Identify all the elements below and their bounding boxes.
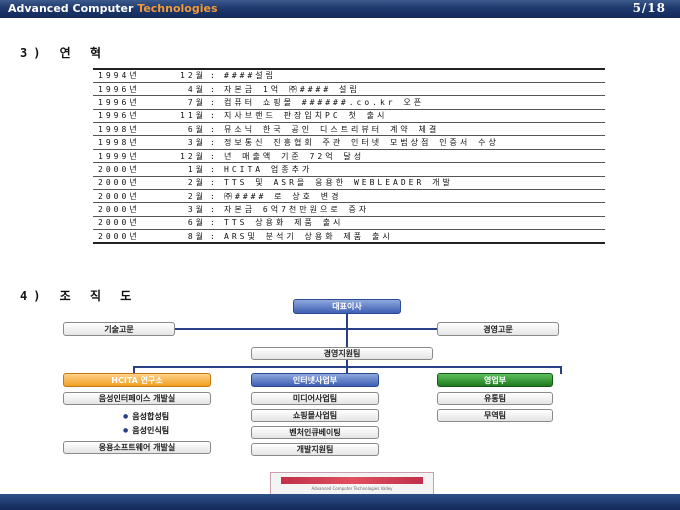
history-table: 1994년 12월: ####설립 1996년 4월: 자본금 1억 ㈜#### 설립 19…: [93, 68, 605, 244]
internet-division-box: 인터넷사업부: [251, 373, 379, 387]
history-month: 7월: [187, 97, 206, 107]
history-row: 1998년 3월: 정보통신 진흥협회 주관 인터넷 모범상점 인증서 수상: [93, 135, 605, 149]
history-month: 3월: [187, 205, 206, 215]
history-year: 2000년: [98, 178, 140, 188]
history-year: 2000년: [98, 164, 140, 174]
history-sep: :: [210, 111, 218, 121]
history-heading: 3) 연 혁: [20, 46, 107, 60]
page-number: 5/18: [632, 1, 666, 15]
history-year: 2000년: [98, 205, 140, 215]
history-text: TTS 상용화 제품 출시: [224, 218, 344, 228]
history-sep: :: [210, 124, 218, 134]
history-month: 4월: [187, 84, 206, 94]
voice-interface-lab-box: 음성인터페이스 개발실: [63, 392, 211, 405]
history-text: TTS 및 ASR을 응용한 WEBLEADER 개발: [224, 178, 453, 188]
history-year: 2000년: [98, 218, 140, 228]
history-sep: :: [210, 191, 218, 201]
trade-team-box: 무역팀: [437, 409, 553, 422]
history-month: 11월: [180, 111, 206, 121]
history-text: ####설립: [224, 71, 276, 81]
dev-support-team-box: 개발지원팀: [251, 443, 379, 456]
history-year: 1999년: [98, 151, 140, 161]
history-row: 1996년 4월: 자본금 1억 ㈜#### 설립: [93, 82, 605, 95]
venture-incubating-box: 벤처인큐베이팅: [251, 426, 379, 439]
history-row: 2000년 6월: TTS 상용화 제품 출시: [93, 216, 605, 229]
history-sep: :: [210, 151, 218, 161]
connector-line: [133, 366, 561, 368]
history-text: 정보통신 진흥협회 주관 인터넷 모범상점 인증서 수상: [224, 138, 499, 148]
connector-line: [560, 366, 562, 374]
history-sep: :: [210, 218, 218, 228]
connector-line: [175, 328, 437, 330]
speech-synthesis-team: 음성합성팀: [123, 411, 169, 422]
history-row: 1996년 7월: 컴퓨터 쇼핑몰 ######.co.kr 오픈: [93, 95, 605, 109]
history-row: 1999년 12월: 년 매출액 기준 72억 달성: [93, 149, 605, 162]
history-month: 2월: [187, 178, 206, 188]
history-month: 1월: [187, 164, 206, 174]
history-month: 2월: [187, 191, 206, 201]
history-sep: :: [210, 205, 218, 215]
history-text: HCITA 업종추가: [224, 164, 313, 174]
history-month: 8월: [187, 231, 206, 241]
history-row: 2000년 8월: ARS및 분석기 상용화 제품 출시: [93, 229, 605, 244]
brand-title: Advanced Computer Technologies: [8, 2, 218, 15]
history-sep: :: [210, 84, 218, 94]
shopping-mall-team-box: 쇼핑몰사업팀: [251, 409, 379, 422]
history-text: 자본금 1억 ㈜#### 설립: [224, 84, 360, 94]
history-year: 1994년: [98, 71, 140, 81]
history-row: 1998년 6월: 뮤소닉 한국 공인 디스트리뷰터 계약 체결: [93, 122, 605, 136]
speech-recognition-team: 음성인식팀: [123, 425, 169, 436]
mgmt-advisor-box: 경영고문: [437, 322, 559, 336]
history-month: 6월: [187, 124, 206, 134]
history-month: 12월: [180, 71, 206, 81]
history-text: 자본금 6억7천만원으로 증자: [224, 205, 370, 215]
history-year: 2000년: [98, 191, 140, 201]
history-sep: :: [210, 71, 218, 81]
history-text: 지사브랜드 판장입치PC 첫 출시: [224, 111, 388, 121]
history-sep: :: [210, 164, 218, 174]
history-year: 2000년: [98, 231, 140, 241]
history-text: 뮤소닉 한국 공인 디스트리뷰터 계약 체결: [224, 124, 440, 134]
history-row: 2000년 2월: TTS 및 ASR을 응용한 WEBLEADER 개발: [93, 176, 605, 189]
logo-mark: [281, 477, 423, 484]
history-month: 12월: [180, 151, 206, 161]
history-row: 1996년 11월: 지사브랜드 판장입치PC 첫 출시: [93, 109, 605, 122]
history-text: ㈜#### 로 상호 변경: [224, 191, 342, 201]
history-year: 1996년: [98, 84, 140, 94]
history-sep: :: [210, 231, 218, 241]
history-year: 1998년: [98, 124, 140, 134]
history-text: 컴퓨터 쇼핑몰 ######.co.kr 오픈: [224, 97, 425, 107]
support-team-box: 경영지원팀: [251, 347, 433, 360]
history-month: 3월: [187, 138, 206, 148]
history-text: ARS및 분석기 상용화 제품 출시: [224, 231, 393, 241]
header-bar: Advanced Computer Technologies 5/18: [0, 0, 680, 18]
history-year: 1996년: [98, 97, 140, 107]
footer-bar: [0, 494, 680, 510]
history-text: 년 매출액 기준 72억 달성: [224, 151, 365, 161]
history-row: 2000년 3월: 자본금 6억7천만원으로 증자: [93, 202, 605, 216]
history-row: 1994년 12월: ####설립: [93, 69, 605, 82]
history-month: 6월: [187, 218, 206, 228]
ceo-box: 대표이사: [293, 299, 401, 314]
history-year: 1996년: [98, 111, 140, 121]
history-year: 1998년: [98, 138, 140, 148]
media-team-box: 미디어사업팀: [251, 392, 379, 405]
history-row: 2000년 2월: ㈜#### 로 상호 변경: [93, 189, 605, 203]
history-sep: :: [210, 178, 218, 188]
org-chart: 대표이사 기술고문 경영고문 경영지원팀 HCITA 연구소 인터넷사업부 영업…: [63, 296, 623, 460]
history-sep: :: [210, 138, 218, 148]
lab-box: HCITA 연구소: [63, 373, 211, 387]
company-logo: Advanced Computer Technologies Valley: [270, 472, 434, 496]
app-software-lab-box: 응용소프트웨어 개발실: [63, 441, 211, 454]
history-sep: :: [210, 97, 218, 107]
logo-tagline: Advanced Computer Technologies Valley: [311, 486, 393, 491]
sales-division-box: 영업부: [437, 373, 553, 387]
connector-line: [346, 313, 348, 349]
history-row: 2000년 1월: HCITA 업종추가: [93, 162, 605, 176]
distribution-team-box: 유통팀: [437, 392, 553, 405]
tech-advisor-box: 기술고문: [63, 322, 175, 336]
